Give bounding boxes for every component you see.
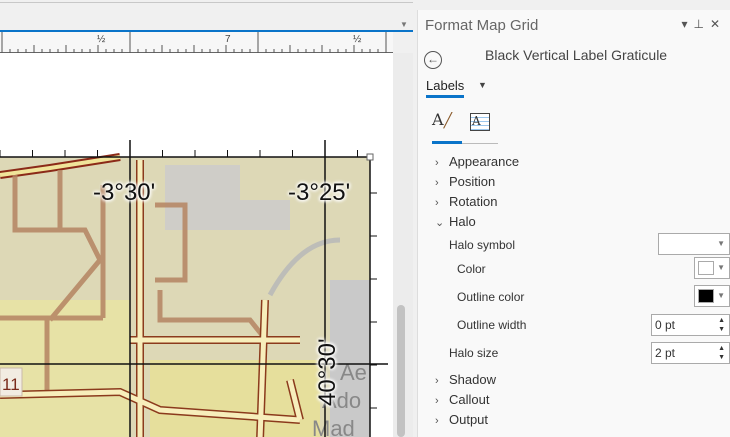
layout-view: ▼ ½ 7 ½ 11 Ae Ado Mad -3°30' -3°25' 40°3… bbox=[0, 0, 413, 437]
back-button[interactable]: ← bbox=[424, 51, 442, 69]
section-shadow[interactable]: › Shadow bbox=[435, 372, 496, 387]
section-label: Callout bbox=[449, 392, 490, 407]
chevron-right-icon: › bbox=[435, 415, 439, 427]
text-symbol-tab-icon[interactable]: A╱ bbox=[432, 110, 462, 144]
color-label: Color bbox=[457, 262, 486, 276]
halo-size-value: 2 pt bbox=[655, 346, 676, 360]
chevron-right-icon: › bbox=[435, 157, 439, 169]
scrollbar-thumb[interactable] bbox=[397, 305, 405, 437]
ruler-label: 7 bbox=[225, 34, 231, 45]
section-label: Appearance bbox=[449, 154, 520, 169]
chevron-right-icon: › bbox=[435, 177, 439, 189]
horizontal-ruler: ½ 7 ½ bbox=[0, 32, 393, 53]
grid-label-longitude: -3°30' bbox=[93, 179, 156, 206]
ruler-label: ½ bbox=[97, 34, 106, 45]
section-label: Output bbox=[449, 412, 489, 427]
chevron-down-icon: ▼ bbox=[717, 263, 725, 272]
chevron-right-icon: › bbox=[435, 395, 439, 407]
color-swatch bbox=[698, 261, 714, 275]
chevron-right-icon: › bbox=[435, 375, 439, 387]
section-halo[interactable]: ⌄ Halo bbox=[435, 214, 476, 229]
section-output[interactable]: › Output bbox=[435, 412, 488, 427]
chevron-down-icon: ▼ bbox=[717, 239, 725, 248]
halo-symbol-label: Halo symbol bbox=[449, 238, 516, 252]
element-name: Black Vertical Label Graticule bbox=[485, 47, 668, 63]
spinner-icon[interactable]: ▲ ▼ bbox=[718, 344, 725, 362]
outline-width-value: 0 pt bbox=[655, 318, 676, 332]
outline-width-label: Outline width bbox=[457, 318, 527, 332]
grid-label-latitude: 40°30' bbox=[314, 338, 341, 406]
tab-labels[interactable]: Labels bbox=[426, 78, 465, 98]
outline-color-label: Outline color bbox=[457, 290, 525, 304]
chevron-down-icon: ⌄ bbox=[435, 217, 445, 229]
section-rotation[interactable]: › Rotation bbox=[435, 194, 497, 209]
outline-width-input[interactable]: 0 pt ▲ ▼ bbox=[651, 314, 730, 336]
text-properties-tab-icon[interactable]: A bbox=[470, 113, 490, 131]
section-label: Position bbox=[449, 174, 496, 189]
halo-symbol-dropdown[interactable]: ▼ bbox=[658, 233, 730, 255]
grid-label-longitude: -3°25' bbox=[288, 179, 351, 206]
section-label: Halo bbox=[449, 214, 476, 229]
chevron-down-icon[interactable]: ▼ bbox=[478, 80, 487, 90]
ruler-label: ½ bbox=[353, 34, 362, 45]
section-callout[interactable]: › Callout bbox=[435, 392, 489, 407]
chevron-down-icon: ▼ bbox=[717, 291, 725, 300]
dropdown-icon[interactable]: ▼ bbox=[400, 20, 408, 29]
spinner-icon[interactable]: ▲ ▼ bbox=[718, 316, 725, 334]
halo-color-picker[interactable]: ▼ bbox=[694, 257, 730, 279]
svg-text:Mad: Mad bbox=[312, 416, 355, 437]
dropdown-icon[interactable]: ▾ bbox=[681, 17, 693, 31]
outline-color-picker[interactable]: ▼ bbox=[694, 285, 730, 307]
color-swatch bbox=[698, 289, 714, 303]
map-canvas[interactable]: 11 Ae Ado Mad -3°30' -3°25' 40°30' bbox=[0, 53, 393, 437]
section-position[interactable]: › Position bbox=[435, 174, 495, 189]
chevron-right-icon: › bbox=[435, 197, 439, 209]
section-appearance[interactable]: › Appearance bbox=[435, 154, 519, 169]
section-label: Rotation bbox=[449, 194, 498, 209]
close-icon[interactable]: ✕ bbox=[710, 17, 726, 31]
section-label: Shadow bbox=[449, 372, 496, 387]
toolbar-edge bbox=[0, 0, 413, 3]
format-map-grid-pane: Format Map Grid ▾⊥✕ ← Black Vertical Lab… bbox=[417, 10, 730, 437]
halo-size-label: Halo size bbox=[449, 346, 499, 360]
pane-title: Format Map Grid bbox=[425, 17, 539, 34]
vertical-scrollbar[interactable] bbox=[393, 53, 413, 437]
pin-icon[interactable]: ⊥ bbox=[693, 17, 709, 31]
route-shield-label: 11 bbox=[2, 375, 20, 394]
halo-size-input[interactable]: 2 pt ▲ ▼ bbox=[651, 342, 730, 364]
